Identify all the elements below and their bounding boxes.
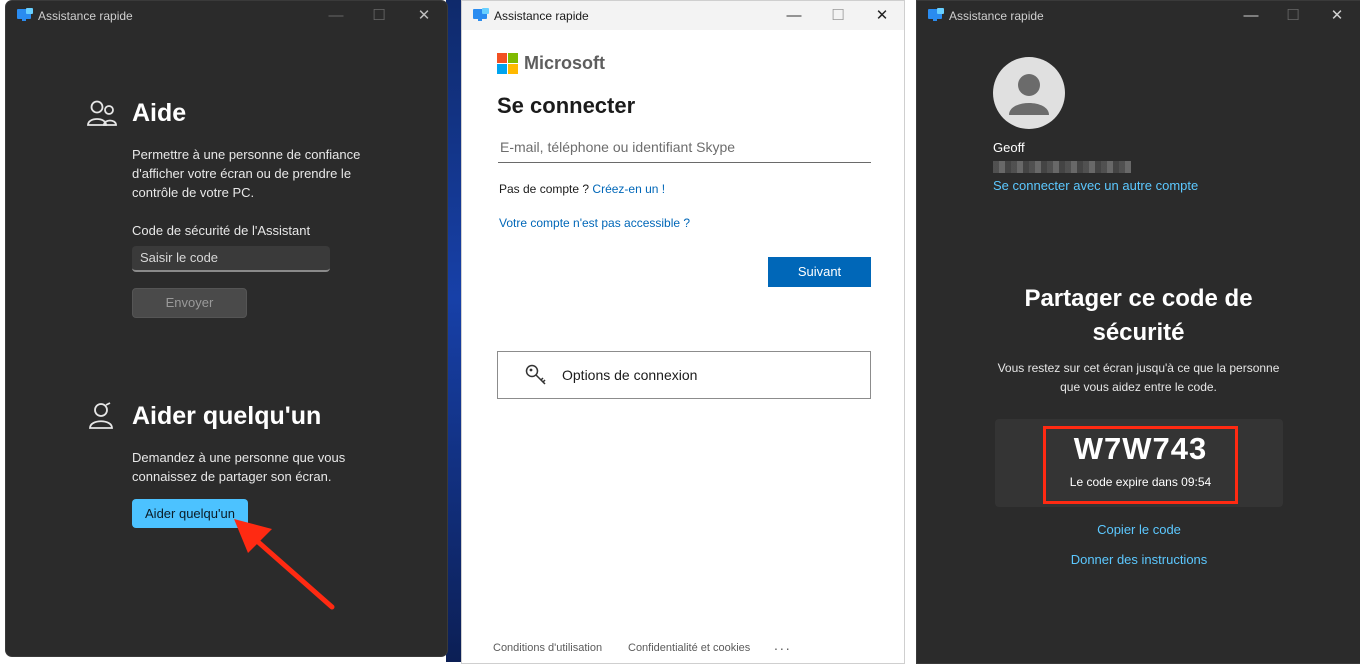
window-title: Assistance rapide <box>38 9 133 23</box>
copy-code-link[interactable]: Copier le code <box>1017 522 1261 537</box>
maximize-button[interactable]: ☐ <box>367 5 391 25</box>
microsoft-signin-window: Assistance rapide — ☐ ✕ Microsoft Se con… <box>461 0 905 664</box>
avatar <box>993 57 1065 129</box>
minimize-button[interactable]: — <box>1239 5 1263 25</box>
microsoft-wordmark: Microsoft <box>524 53 605 73</box>
next-button[interactable]: Suivant <box>768 257 871 287</box>
maximize-button[interactable]: ☐ <box>1281 5 1305 25</box>
no-account-row: Pas de compte ? Créez-en un ! <box>499 182 665 196</box>
account-inaccessible-link[interactable]: Votre compte n'est pas accessible ? <box>499 216 690 230</box>
quick-assist-home-window: Assistance rapide — ☐ ✕ Aide Permettre à… <box>5 0 448 657</box>
assist-description: Demandez à une personne que vous connais… <box>132 450 346 484</box>
code-expiry: Le code expire dans 09:54 <box>1069 475 1212 489</box>
minimize-button[interactable]: — <box>782 5 806 25</box>
minimize-button[interactable]: — <box>324 5 348 25</box>
signin-options-button[interactable]: Options de connexion <box>497 351 871 399</box>
close-button[interactable]: ✕ <box>870 5 894 25</box>
microsoft-logo-icon <box>497 53 518 74</box>
switch-account-link[interactable]: Se connecter avec un autre compte <box>993 178 1198 193</box>
share-code-window: Assistance rapide — ☐ ✕ Geoff Se connect… <box>916 0 1360 664</box>
person-placeholder-icon <box>1009 74 1049 115</box>
title-bar[interactable]: Assistance rapide — ☐ ✕ <box>6 1 447 30</box>
red-arrow-annotation <box>234 519 335 610</box>
security-code-label: Code de sécurité de l'Assistant <box>132 223 311 238</box>
security-code-input[interactable]: Saisir le code <box>132 246 330 272</box>
desktop-wallpaper <box>446 0 461 662</box>
privacy-link[interactable]: Confidentialité et cookies <box>628 642 750 654</box>
blurred-email <box>993 161 1131 173</box>
quick-assist-app-icon <box>473 8 489 21</box>
submit-button[interactable]: Envoyer <box>132 288 247 318</box>
more-options-link[interactable]: ... <box>774 637 792 653</box>
no-account-text: Pas de compte ? <box>499 182 590 196</box>
window-title: Assistance rapide <box>494 9 589 23</box>
assist-heading: Aider quelqu'un <box>132 402 322 430</box>
key-icon <box>525 364 546 385</box>
assist-person-icon <box>89 402 113 429</box>
help-description: Permettre à une personne de confiance d'… <box>132 147 361 200</box>
signin-options-label: Options de connexion <box>562 367 698 383</box>
close-button[interactable]: ✕ <box>412 5 436 25</box>
people-icon <box>87 100 117 126</box>
maximize-button[interactable]: ☐ <box>826 5 850 25</box>
window-title: Assistance rapide <box>949 9 1044 23</box>
give-instructions-link[interactable]: Donner des instructions <box>1017 552 1261 567</box>
terms-link[interactable]: Conditions d'utilisation <box>493 642 602 654</box>
quick-assist-app-icon <box>17 8 33 21</box>
user-name: Geoff <box>993 140 1025 155</box>
close-button[interactable]: ✕ <box>1325 5 1349 25</box>
share-code-description: Vous restez sur cet écran jusqu'à ce que… <box>997 361 1280 394</box>
signin-heading: Se connecter <box>497 93 636 118</box>
quick-assist-app-icon <box>928 8 944 21</box>
security-code: W7W743 <box>1073 431 1208 466</box>
title-bar[interactable]: Assistance rapide — ☐ ✕ <box>917 1 1360 30</box>
share-code-heading: Partager ce code de sécurité <box>1024 285 1253 346</box>
title-bar[interactable]: Assistance rapide — ☐ ✕ <box>462 1 904 30</box>
help-heading: Aide <box>132 99 187 127</box>
email-field[interactable]: E-mail, téléphone ou identifiant Skype <box>498 135 871 163</box>
create-account-link[interactable]: Créez-en un ! <box>592 182 665 196</box>
